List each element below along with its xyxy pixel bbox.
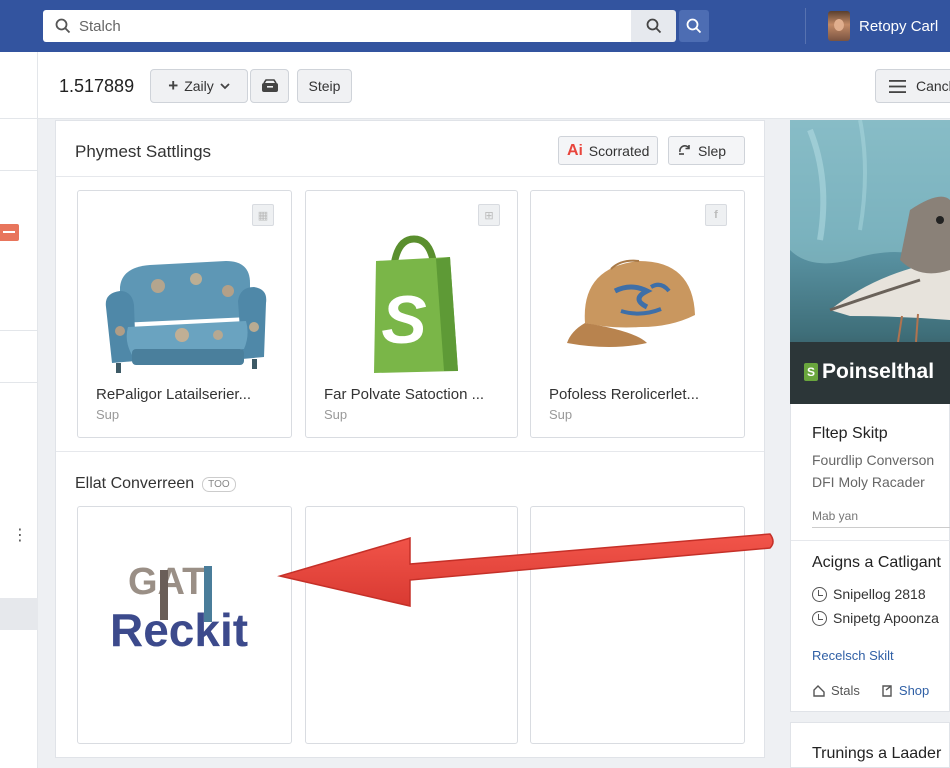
menu-icon bbox=[889, 79, 906, 93]
avatar bbox=[828, 11, 850, 41]
shopify-icon: S bbox=[804, 363, 818, 381]
panel-divider bbox=[56, 176, 764, 177]
rail-selected-item[interactable] bbox=[0, 598, 38, 630]
clock-icon bbox=[812, 610, 827, 626]
right-bottom-card: Trunings a Laader bbox=[790, 722, 950, 768]
share-icon bbox=[882, 684, 892, 697]
flag-icon[interactable] bbox=[0, 224, 19, 241]
step-button[interactable]: Steip bbox=[297, 69, 352, 103]
info-heading: Trunings a Laader bbox=[812, 745, 942, 762]
left-rail: ⋮ bbox=[0, 52, 38, 768]
page-title: Phymest Sattlings bbox=[75, 142, 212, 161]
more-options-icon[interactable]: ⋮ bbox=[12, 528, 28, 544]
rail-divider bbox=[0, 330, 38, 331]
top-bar: Retopy Carl bbox=[0, 0, 950, 52]
archive-button[interactable] bbox=[250, 69, 289, 103]
search-submit-button[interactable] bbox=[679, 10, 709, 42]
rail-divider bbox=[0, 170, 38, 171]
product-card[interactable]: ▦ RePaligor Latailserier... Sup bbox=[77, 190, 292, 438]
info-text: Fourdlip Converson bbox=[812, 452, 935, 468]
product-name: Pofoless Rerolicerlet... bbox=[549, 386, 700, 403]
card-footer: Stals Shop bbox=[812, 683, 929, 698]
stats-button[interactable]: Stals bbox=[812, 683, 860, 698]
info-input[interactable]: Mab yan bbox=[812, 506, 950, 528]
right-info-card: Fltep Skitp Fourdlip Converson DFI Moly … bbox=[790, 404, 950, 712]
user-name: Retopy Carl bbox=[859, 17, 939, 35]
dropdown-button[interactable]: + Zaily bbox=[150, 69, 248, 103]
product-card[interactable]: f Pofoless Rerolicerlet... Sup bbox=[530, 190, 745, 438]
dropdown-label: Zaily bbox=[184, 78, 214, 94]
list-item[interactable]: Snipellog 2818 bbox=[812, 586, 926, 602]
info-heading: Acigns a Catligant bbox=[812, 554, 941, 571]
scorrated-button[interactable]: Ai Scorrated bbox=[558, 136, 659, 165]
shop-label: Shop bbox=[898, 683, 930, 698]
hero-title-text: Poinselthal bbox=[822, 360, 935, 383]
hero-title: S Poinselthal bbox=[804, 360, 934, 384]
product-sub: Sup bbox=[549, 407, 573, 422]
info-heading: Fltep Skitp bbox=[812, 425, 888, 442]
empty-card[interactable] bbox=[530, 506, 745, 744]
toolbar: 1.517889 + Zaily Steip Cancl bbox=[38, 52, 950, 119]
list-item[interactable]: Snipetg Apoonza bbox=[812, 610, 939, 626]
cancel-button[interactable]: Cancl bbox=[875, 69, 950, 103]
step-label: Steip bbox=[308, 78, 341, 94]
ai-icon: Ai bbox=[567, 141, 583, 159]
rail-divider bbox=[0, 382, 38, 383]
empty-card[interactable] bbox=[305, 506, 518, 744]
shop-button[interactable]: Shop bbox=[880, 683, 929, 698]
cap-image bbox=[567, 259, 695, 347]
search-icon bbox=[55, 18, 71, 34]
logo-card[interactable]: GAT Reckit bbox=[77, 506, 292, 744]
info-text: DFI Moly Racader bbox=[812, 474, 925, 490]
logo-text-bottom: Reckit bbox=[110, 604, 248, 656]
section-title-text: Ellat Converreen bbox=[75, 475, 195, 492]
hero-image[interactable]: S Poinselthal bbox=[790, 120, 950, 404]
stats-icon bbox=[813, 684, 825, 697]
search-icon bbox=[646, 18, 661, 34]
search-input[interactable] bbox=[79, 17, 579, 35]
slep-button[interactable]: Slep bbox=[668, 136, 745, 165]
search-icon bbox=[686, 18, 702, 34]
product-sub: Sup bbox=[96, 407, 120, 422]
settings-panel: Phymest Sattlings Ai Scorrated Slep ▦ Re… bbox=[55, 120, 765, 758]
slep-label: Slep bbox=[698, 142, 727, 159]
archive-icon bbox=[261, 79, 278, 92]
svg-text:S: S bbox=[381, 282, 426, 358]
product-card[interactable]: ⊞ S Far Polvate Satoction ... Sup bbox=[305, 190, 518, 438]
scorrated-label: Scorrated bbox=[588, 142, 650, 159]
product-sub: Sup bbox=[324, 407, 348, 422]
record-number: 1.517889 bbox=[59, 76, 135, 96]
chart-icon[interactable]: ▦ bbox=[252, 204, 274, 226]
stats-label: Stals bbox=[831, 683, 860, 698]
clock-icon bbox=[812, 586, 827, 602]
topbar-divider bbox=[805, 8, 806, 44]
armchair-image bbox=[105, 261, 267, 373]
social-icon[interactable]: f bbox=[705, 204, 727, 226]
card-divider bbox=[791, 540, 950, 541]
user-menu[interactable]: Retopy Carl bbox=[828, 11, 938, 41]
refresh-icon bbox=[679, 144, 690, 155]
section-tag: TOO bbox=[202, 476, 236, 492]
research-link[interactable]: Recelsch Skilt bbox=[812, 648, 894, 663]
chevron-down-icon bbox=[220, 82, 230, 89]
plus-icon: + bbox=[168, 76, 179, 95]
rail-divider bbox=[0, 118, 38, 119]
product-name: Far Polvate Satoction ... bbox=[324, 386, 485, 403]
grid-icon[interactable]: ⊞ bbox=[478, 204, 500, 226]
list-item-label: Snipellog 2818 bbox=[833, 586, 926, 602]
search-box[interactable] bbox=[43, 10, 631, 42]
panel-divider bbox=[56, 451, 764, 452]
search-button[interactable] bbox=[631, 10, 676, 42]
section-title: Ellat Converreen TOO bbox=[75, 475, 236, 493]
reckit-logo: GAT Reckit bbox=[110, 561, 248, 656]
list-item-label: Snipetg Apoonza bbox=[833, 610, 939, 626]
shopify-bag-image: S bbox=[374, 235, 458, 373]
product-name: RePaligor Latailserier... bbox=[96, 386, 252, 403]
cancel-label: Cancl bbox=[916, 78, 950, 94]
